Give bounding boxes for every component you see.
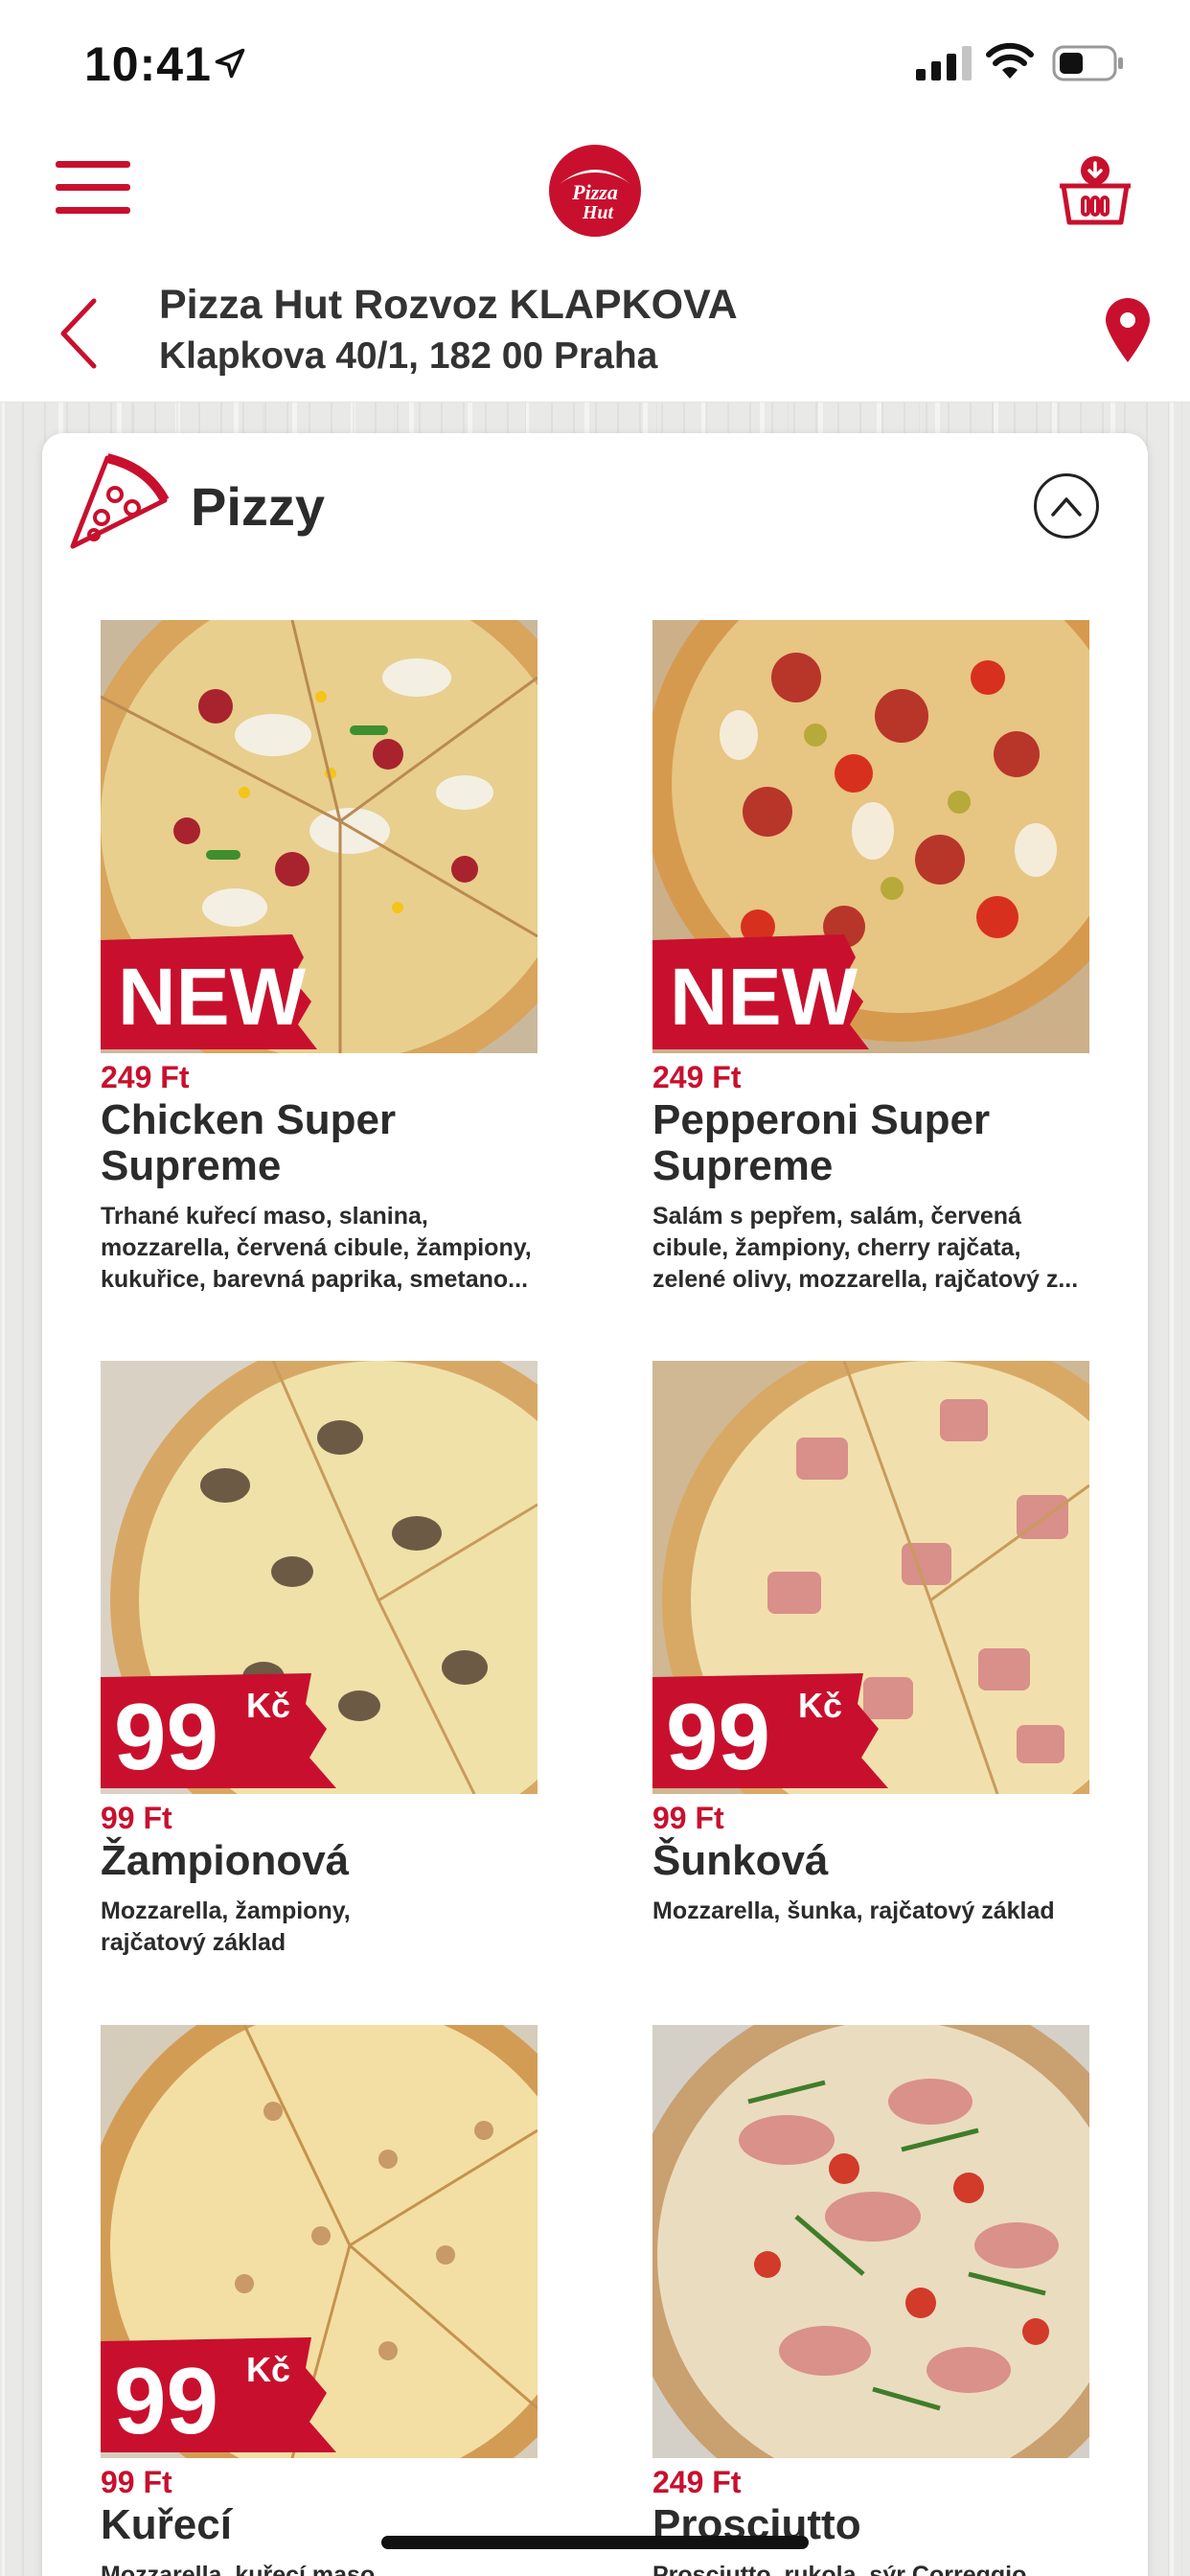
svg-text:Kč: Kč: [246, 2350, 290, 2389]
product-name: Pepperoni Super Supreme: [652, 1096, 991, 1189]
product-card[interactable]: 99 Kč 99 Ft Kuřecí Mozzarella, kuřecí ma…: [101, 2025, 538, 2576]
price-badge: 99 Kč: [101, 1673, 336, 1789]
product-image: 99 Kč: [652, 1361, 1089, 1794]
svg-text:NEW: NEW: [670, 952, 858, 1042]
svg-text:Kč: Kč: [798, 1686, 842, 1725]
product-price: 249 Ft: [652, 1060, 742, 1094]
product-price: 99 Ft: [652, 1801, 724, 1835]
product-price: 249 Ft: [652, 2465, 742, 2499]
pizza-hut-logo[interactable]: Pizza Hut: [546, 142, 644, 240]
pizza-slice-icon: [70, 453, 170, 549]
svg-text:99: 99: [114, 1684, 218, 1789]
product-description: Mozzarella, kuřecí maso: [101, 2562, 376, 2576]
price-badge: 99 Kč: [101, 2337, 336, 2453]
store-name: Pizza Hut Rozvoz KLAPKOVA: [159, 282, 738, 328]
map-pin-icon[interactable]: [1104, 297, 1152, 364]
signal-icon: [916, 46, 972, 80]
basket-icon[interactable]: [1058, 155, 1133, 226]
back-icon[interactable]: [56, 295, 103, 372]
product-card[interactable]: NEW 249 Ft Pepperoni Super Supreme Salám…: [652, 620, 1089, 1296]
store-address: Klapkova 40/1, 182 00 Praha: [159, 335, 658, 377]
product-price: 249 Ft: [101, 1060, 190, 1094]
location-arrow-icon: [215, 48, 245, 79]
product-description: Trhané kuřecí maso, slanina, mozzarella,…: [101, 1203, 532, 1293]
product-image: NEW: [101, 620, 538, 1053]
product-image: [652, 2025, 1089, 2458]
product-description: Mozzarella, žampiony, rajčatový základ: [101, 1898, 351, 1956]
product-card[interactable]: 99 Kč 99 Ft Žampionová Mozzarella, žampi…: [101, 1361, 538, 1959]
store-header: Pizza Hut Rozvoz KLAPKOVA Klapkova 40/1,…: [0, 278, 1190, 402]
product-card[interactable]: 249 Ft Prosciutto Prosciutto, rukola, sý…: [652, 2025, 1089, 2576]
collapse-button[interactable]: [1034, 473, 1099, 539]
product-image: NEW: [652, 620, 1089, 1053]
new-badge: NEW: [652, 934, 869, 1049]
menu-section-card: Pizzy NEW 249 Ft Chicken Super Supreme T…: [42, 433, 1148, 2576]
svg-text:99: 99: [666, 1684, 770, 1789]
battery-icon: [1052, 45, 1123, 81]
wifi-icon: [986, 42, 1034, 79]
home-indicator[interactable]: [381, 2536, 809, 2549]
product-price: 99 Ft: [101, 2465, 172, 2499]
new-badge: NEW: [101, 934, 317, 1049]
svg-text:Hut: Hut: [582, 202, 615, 223]
product-card[interactable]: NEW 249 Ft Chicken Super Supreme Trhané …: [101, 620, 538, 1296]
product-description: Mozzarella, šunka, rajčatový základ: [652, 1898, 1055, 1924]
product-description: Prosciutto, rukola, sýr Correggio: [652, 2562, 1027, 2576]
product-image: 99 Kč: [101, 1361, 538, 1794]
menu-icon[interactable]: [56, 161, 130, 218]
product-price: 99 Ft: [101, 1801, 172, 1835]
status-time: 10:41: [84, 37, 212, 91]
svg-text:NEW: NEW: [118, 952, 307, 1042]
product-name: Žampionová: [101, 1837, 350, 1884]
chevron-up-icon: [1051, 497, 1082, 517]
section-header[interactable]: Pizzy: [42, 433, 1148, 577]
svg-text:99: 99: [114, 2348, 218, 2453]
section-title: Pizzy: [191, 476, 326, 537]
product-card[interactable]: 99 Kč 99 Ft Šunková Mozzarella, šunka, r…: [652, 1361, 1089, 1927]
status-bar: 10:41: [0, 0, 1190, 134]
price-badge: 99 Kč: [652, 1673, 888, 1789]
svg-text:Kč: Kč: [246, 1686, 290, 1725]
nav-bar: Pizza Hut: [0, 134, 1190, 278]
product-description: Salám s pepřem, salám, červená cibule, ž…: [652, 1203, 1079, 1293]
product-name: Šunková: [652, 1837, 829, 1884]
svg-text:Pizza: Pizza: [571, 180, 618, 204]
product-image: 99 Kč: [101, 2025, 538, 2458]
product-name: Chicken Super Supreme: [101, 1096, 397, 1189]
